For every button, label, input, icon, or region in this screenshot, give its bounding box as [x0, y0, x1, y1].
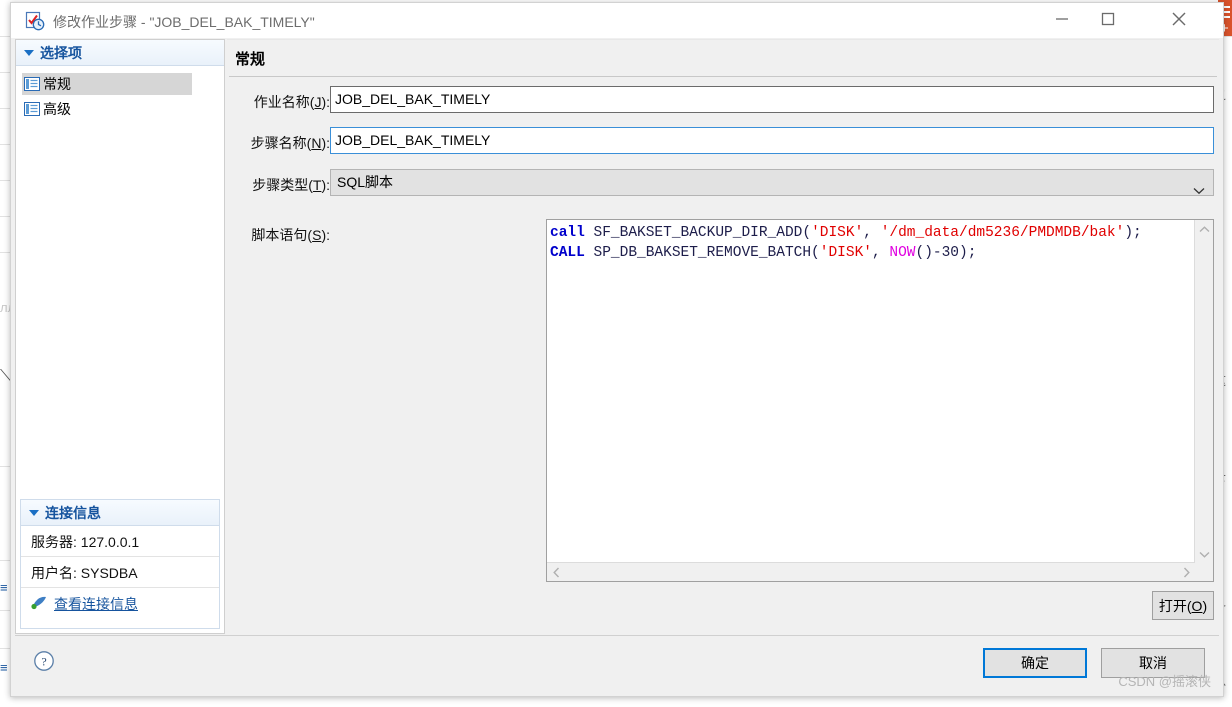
job-name-label: 作业名称(J):	[253, 94, 330, 110]
script-line: CALL SP_DB_BAKSET_REMOVE_BATCH('DISK', N…	[550, 245, 977, 261]
sidebar-panel: 选择项 常规 高级 连接信息 服务器: 127.0.0.1 用户名: SYSDB…	[15, 39, 225, 634]
connection-info-panel: 连接信息 服务器: 127.0.0.1 用户名: SYSDBA 查看连接信息	[20, 499, 220, 629]
job-name-input[interactable]: JOB_DEL_BAK_TIMELY	[330, 86, 1214, 113]
dialog-footer: ? 确定 取消 CSDN @摇滚侠	[15, 635, 1219, 692]
connection-user-value: 用户名: SYSDBA	[31, 564, 138, 581]
step-type-value: SQL脚本	[337, 174, 394, 190]
close-button[interactable]	[1149, 3, 1209, 35]
scroll-right-icon[interactable]	[1177, 563, 1195, 581]
edit-job-step-dialog: 修改作业步骤 - "JOB_DEL_BAK_TIMELY" 选择项 常规 高级 …	[10, 2, 1224, 697]
script-horizontal-scrollbar[interactable]	[547, 562, 1195, 581]
window-title: 修改作业步骤 - "JOB_DEL_BAK_TIMELY"	[53, 14, 315, 30]
job-schedule-icon	[25, 11, 45, 31]
page-icon	[24, 77, 40, 91]
script-line: call SF_BAKSET_BACKUP_DIR_ADD('DISK', '/…	[550, 225, 1142, 241]
script-vertical-scrollbar[interactable]	[1194, 220, 1213, 563]
svg-text:?: ?	[41, 655, 46, 669]
connection-icon	[31, 595, 48, 613]
sidebar-item-advanced[interactable]: 高级	[22, 98, 192, 120]
ok-button[interactable]: 确定	[983, 648, 1087, 678]
scroll-down-icon[interactable]	[1195, 545, 1213, 563]
options-group-title: 选择项	[40, 44, 82, 61]
sidebar-item-label: 高级	[43, 101, 71, 117]
script-label: 脚本语句(S):	[251, 227, 330, 243]
title-bar: 修改作业步骤 - "JOB_DEL_BAK_TIMELY"	[11, 3, 1223, 38]
general-page: 常规 作业名称(J): JOB_DEL_BAK_TIMELY 步骤名称(N): …	[227, 39, 1219, 634]
script-editor[interactable]: call SF_BAKSET_BACKUP_DIR_ADD('DISK', '/…	[546, 219, 1214, 582]
chevron-down-icon	[29, 509, 39, 516]
maximize-button[interactable]	[1085, 3, 1131, 35]
view-connection-info-link[interactable]: 查看连接信息	[54, 594, 138, 614]
page-title: 常规	[235, 51, 266, 68]
page-icon	[24, 102, 40, 116]
scroll-left-icon[interactable]	[547, 563, 565, 581]
view-connection-info-row[interactable]: 查看连接信息	[21, 589, 219, 619]
connection-server-row: 服务器: 127.0.0.1	[21, 527, 219, 557]
script-editor-text[interactable]: call SF_BAKSET_BACKUP_DIR_ADD('DISK', '/…	[550, 223, 1193, 561]
step-name-label: 步骤名称(N):	[250, 135, 330, 151]
connection-server-value: 服务器: 127.0.0.1	[31, 533, 140, 550]
title-divider	[229, 76, 1217, 77]
watermark: CSDN @摇滚侠	[1118, 674, 1211, 689]
sidebar-item-general[interactable]: 常规	[22, 73, 192, 95]
connection-group-title: 连接信息	[45, 504, 101, 521]
minimize-button[interactable]	[1039, 3, 1085, 35]
scroll-up-icon[interactable]	[1195, 220, 1213, 238]
connection-group-header[interactable]: 连接信息	[21, 500, 219, 526]
chevron-down-icon	[24, 49, 34, 56]
help-button[interactable]: ?	[33, 650, 55, 672]
chevron-down-icon	[1193, 178, 1205, 203]
sidebar-item-label: 常规	[43, 76, 71, 92]
options-group-header[interactable]: 选择项	[16, 40, 224, 66]
step-type-label: 步骤类型(T):	[252, 177, 330, 193]
step-name-input[interactable]: JOB_DEL_BAK_TIMELY	[330, 127, 1214, 154]
connection-user-row: 用户名: SYSDBA	[21, 558, 219, 588]
open-button[interactable]: 打开(O)	[1152, 591, 1214, 620]
scrollbar-corner	[1195, 563, 1213, 581]
step-type-select[interactable]: SQL脚本	[330, 169, 1214, 196]
